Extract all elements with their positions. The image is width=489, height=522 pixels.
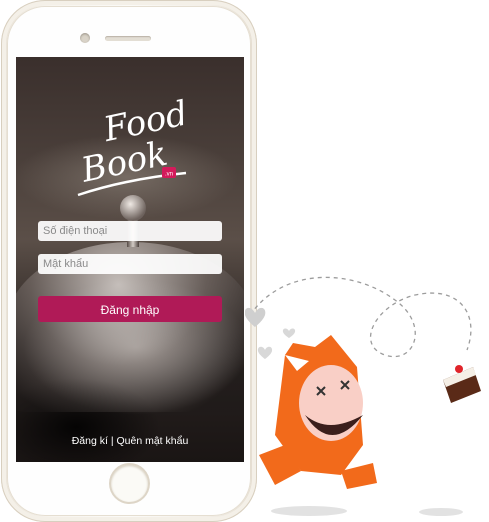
register-link[interactable]: Đăng kí: [72, 435, 108, 447]
cake-icon: [443, 365, 481, 403]
mascot-cat: [259, 335, 377, 489]
login-button[interactable]: Đăng nhập: [38, 296, 222, 322]
forgot-password-link[interactable]: Quên mật khẩu: [116, 435, 188, 447]
foodbook-logo: Food Book .vn: [77, 93, 188, 197]
dashed-trail: [249, 276, 472, 358]
phone-number-input[interactable]: [38, 221, 222, 241]
shadow: [271, 506, 347, 516]
home-button[interactable]: [111, 465, 148, 502]
heart-icon: [282, 328, 296, 338]
phone-frame: Food Book .vn Đăng nhập Đăng kí | Quên m…: [1, 0, 257, 522]
logo-badge: .vn: [165, 172, 173, 178]
auth-links: Đăng kí | Quên mật khẩu: [16, 435, 244, 447]
heart-icon: [257, 346, 273, 359]
earpiece-speaker: [105, 36, 151, 41]
password-input[interactable]: [38, 254, 222, 274]
link-separator: |: [110, 435, 114, 447]
front-camera: [80, 33, 90, 43]
mascot-illustration: [245, 276, 481, 516]
shadow: [419, 508, 463, 516]
heart-icon: [245, 308, 266, 327]
app-screen: Food Book .vn Đăng nhập Đăng kí | Quên m…: [16, 57, 244, 462]
bell-knob: [120, 195, 146, 221]
